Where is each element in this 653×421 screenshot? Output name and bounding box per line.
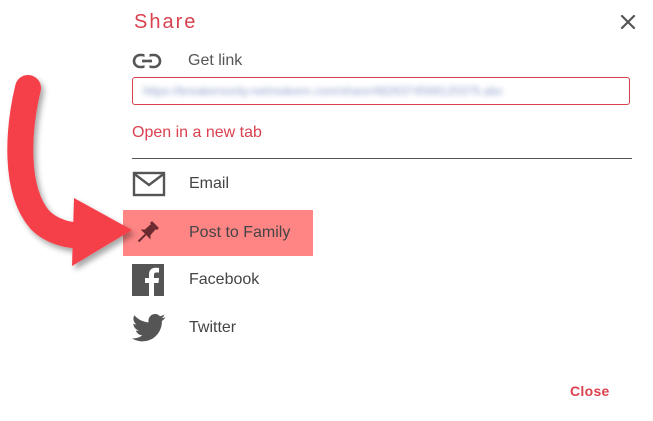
close-button[interactable]: Close	[570, 383, 610, 399]
share-option-label: Facebook	[189, 271, 260, 288]
divider	[132, 158, 632, 159]
twitter-icon	[132, 305, 182, 351]
annotation-arrow-icon	[7, 75, 132, 266]
share-dialog: Share Get link https://breakersonly.net/…	[0, 0, 653, 421]
share-option-label: Post to Family	[189, 224, 291, 241]
share-url-value: https://breakersonly.net/redeem.com/shar…	[143, 84, 504, 98]
share-option-twitter[interactable]: Twitter	[123, 305, 313, 351]
share-option-label: Twitter	[189, 319, 237, 336]
get-link-label: Get link	[188, 52, 243, 69]
share-option-label: Email	[189, 175, 230, 192]
dialog-title: Share	[134, 11, 198, 33]
share-url-field[interactable]: https://breakersonly.net/redeem.com/shar…	[132, 77, 630, 105]
open-new-tab-link[interactable]: Open in a new tab	[132, 124, 262, 142]
share-option-email[interactable]: Email	[123, 161, 313, 207]
share-option-facebook[interactable]: Facebook	[123, 257, 313, 303]
close-icon[interactable]	[616, 10, 640, 34]
share-option-post-to-family[interactable]: Post to Family	[123, 210, 313, 256]
